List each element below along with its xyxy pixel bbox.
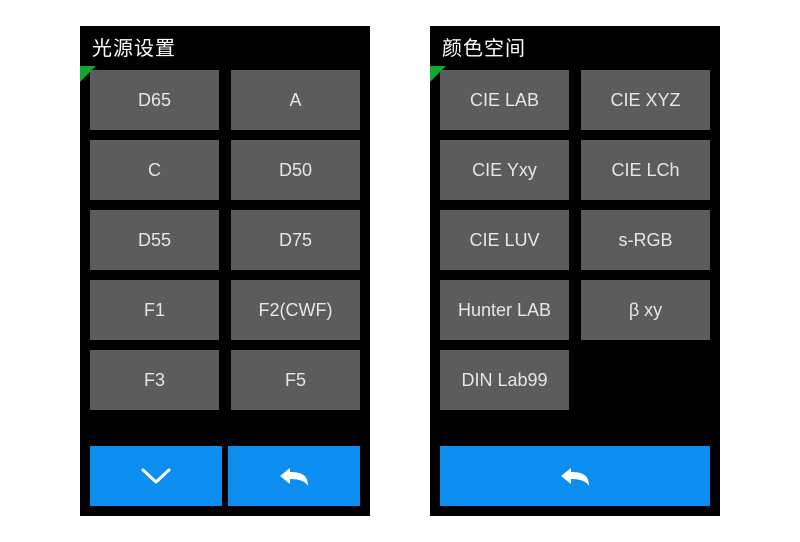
option-d65[interactable]: D65 — [90, 70, 219, 130]
option-f2cwf[interactable]: F2(CWF) — [231, 280, 360, 340]
option-label: F1 — [144, 300, 165, 321]
back-arrow-icon — [557, 464, 593, 488]
option-label: CIE LAB — [470, 90, 539, 111]
back-button[interactable] — [228, 446, 360, 506]
back-arrow-icon — [276, 464, 312, 488]
chevron-down-icon — [139, 466, 173, 486]
option-a[interactable]: A — [231, 70, 360, 130]
title-text: 光源设置 — [92, 32, 176, 61]
option-f3[interactable]: F3 — [90, 350, 219, 410]
option-label: D55 — [138, 230, 171, 251]
option-f1[interactable]: F1 — [90, 280, 219, 340]
option-label: D50 — [279, 160, 312, 181]
option-din-lab99[interactable]: DIN Lab99 — [440, 350, 569, 410]
option-label: CIE Yxy — [472, 160, 537, 181]
option-label: F2(CWF) — [259, 300, 333, 321]
light-source-panel: 光源设置 D65 A C D50 D55 D75 F1 F2(CWF) F3 F… — [80, 26, 370, 516]
page-down-button[interactable] — [90, 446, 222, 506]
option-c[interactable]: C — [90, 140, 219, 200]
selection-marker-icon — [430, 66, 446, 82]
option-label: F5 — [285, 370, 306, 391]
option-label: C — [148, 160, 161, 181]
option-beta-xy[interactable]: β xy — [581, 280, 710, 340]
option-grid: D65 A C D50 D55 D75 F1 F2(CWF) F3 F5 — [90, 70, 360, 410]
option-d55[interactable]: D55 — [90, 210, 219, 270]
panel-content: D65 A C D50 D55 D75 F1 F2(CWF) F3 F5 — [80, 66, 370, 446]
option-cie-xyz[interactable]: CIE XYZ — [581, 70, 710, 130]
option-f5[interactable]: F5 — [231, 350, 360, 410]
option-label: CIE XYZ — [610, 90, 680, 111]
back-button[interactable] — [440, 446, 710, 506]
option-hunter-lab[interactable]: Hunter LAB — [440, 280, 569, 340]
option-label: D65 — [138, 90, 171, 111]
option-label: DIN Lab99 — [461, 370, 547, 391]
option-cie-lch[interactable]: CIE LCh — [581, 140, 710, 200]
option-srgb[interactable]: s-RGB — [581, 210, 710, 270]
option-d75[interactable]: D75 — [231, 210, 360, 270]
option-grid: CIE LAB CIE XYZ CIE Yxy CIE LCh CIE LUV … — [440, 70, 710, 410]
option-label: CIE LUV — [469, 230, 539, 251]
option-d50[interactable]: D50 — [231, 140, 360, 200]
footer-bar — [80, 446, 370, 516]
footer-bar — [430, 446, 720, 516]
option-label: Hunter LAB — [458, 300, 551, 321]
option-label: β xy — [629, 300, 662, 321]
color-space-panel: 颜色空间 CIE LAB CIE XYZ CIE Yxy CIE LCh CIE… — [430, 26, 720, 516]
panel-title: 颜色空间 — [430, 26, 720, 66]
option-label: s-RGB — [619, 230, 673, 251]
option-label: D75 — [279, 230, 312, 251]
title-text: 颜色空间 — [442, 32, 526, 61]
option-cie-lab[interactable]: CIE LAB — [440, 70, 569, 130]
panel-content: CIE LAB CIE XYZ CIE Yxy CIE LCh CIE LUV … — [430, 66, 720, 446]
option-cie-yxy[interactable]: CIE Yxy — [440, 140, 569, 200]
selection-marker-icon — [80, 66, 96, 82]
panel-title: 光源设置 — [80, 26, 370, 66]
option-label: F3 — [144, 370, 165, 391]
option-label: A — [289, 90, 301, 111]
option-cie-luv[interactable]: CIE LUV — [440, 210, 569, 270]
option-label: CIE LCh — [611, 160, 679, 181]
